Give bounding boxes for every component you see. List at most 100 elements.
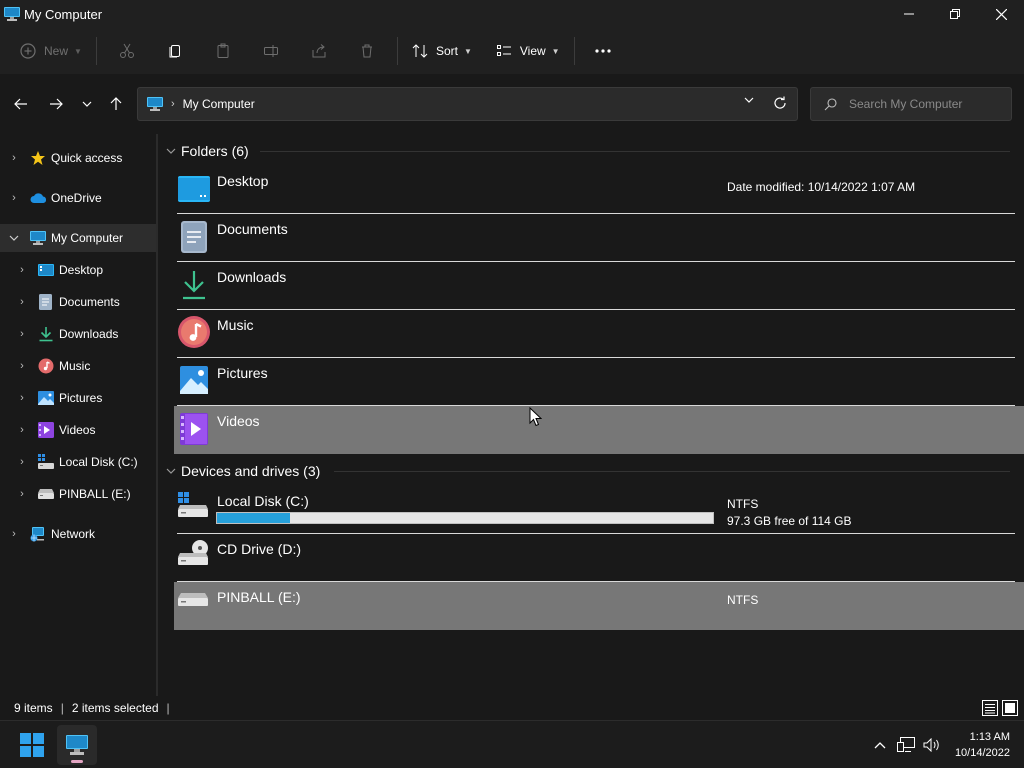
sidebar-item-label: Network	[51, 527, 96, 541]
folder-name: Music	[217, 317, 254, 333]
windows-logo-icon	[20, 733, 44, 757]
network-monitor-icon	[896, 737, 915, 752]
chevron-right-icon[interactable]: ›	[17, 456, 27, 468]
paste-button[interactable]	[199, 35, 247, 67]
large-icons-view-button[interactable]	[1002, 700, 1018, 719]
folder-item-documents[interactable]: Documents	[174, 214, 1024, 262]
sidebar-item-pictures[interactable]: › Pictures	[0, 384, 156, 412]
chevron-right-icon[interactable]: ›	[17, 328, 27, 340]
sidebar-item-music[interactable]: › Music	[0, 352, 156, 380]
chevron-right-icon[interactable]: ›	[17, 296, 27, 308]
toolbar-divider	[95, 37, 97, 65]
taskbar: 1:13 AM 10/14/2022	[0, 720, 1024, 768]
search-input[interactable]	[849, 97, 1009, 111]
chevron-down-icon[interactable]	[744, 97, 754, 103]
start-button[interactable]	[12, 725, 52, 765]
chevron-right-icon[interactable]: ›	[9, 192, 19, 204]
sidebar-item-label: PINBALL (E:)	[59, 487, 131, 501]
drive-item-cd-drive[interactable]: CD Drive (D:)	[174, 534, 1024, 582]
share-button[interactable]	[295, 35, 343, 67]
chevron-down-icon[interactable]	[9, 235, 19, 241]
selection-count: 2 items selected	[71, 701, 159, 715]
chevron-right-icon[interactable]: ›	[17, 392, 27, 404]
breadcrumb-chevron-icon[interactable]: ›	[171, 98, 175, 110]
close-button[interactable]	[978, 0, 1024, 28]
arrow-right-icon	[50, 98, 63, 110]
group-header-folders[interactable]: Folders (6)	[160, 140, 1024, 162]
show-hidden-icons-button[interactable]	[867, 730, 893, 760]
sidebar-item-onedrive[interactable]: › OneDrive	[0, 184, 156, 212]
chevron-right-icon[interactable]: ›	[17, 264, 27, 276]
chevron-right-icon[interactable]: ›	[9, 528, 19, 540]
restore-button[interactable]	[932, 0, 978, 28]
rename-button[interactable]	[247, 35, 295, 67]
chevron-up-icon	[874, 741, 886, 748]
folder-item-downloads[interactable]: Downloads	[174, 262, 1024, 310]
star-icon	[31, 151, 45, 165]
cut-button[interactable]	[103, 35, 151, 67]
arrow-up-icon	[110, 97, 122, 110]
refresh-icon[interactable]	[773, 96, 787, 110]
search-box[interactable]	[810, 87, 1012, 121]
volume-button[interactable]	[919, 730, 945, 760]
network-status-button[interactable]	[893, 730, 919, 760]
chevron-right-icon[interactable]: ›	[17, 488, 27, 500]
group-header-drives[interactable]: Devices and drives (3)	[160, 460, 1024, 482]
sidebar-item-local-disk[interactable]: › Local Disk (C:)	[0, 448, 156, 476]
new-button[interactable]: New ▼	[12, 35, 90, 67]
videos-icon	[180, 413, 208, 445]
sort-button[interactable]: Sort ▼	[404, 35, 480, 67]
drive-icon	[38, 454, 54, 469]
sidebar-item-desktop[interactable]: › Desktop	[0, 256, 156, 284]
folder-name: Pictures	[217, 365, 268, 381]
title-bar: My Computer	[0, 0, 1024, 28]
clock[interactable]: 1:13 AM 10/14/2022	[955, 729, 1010, 761]
back-button[interactable]	[9, 92, 33, 116]
view-button[interactable]: View ▼	[488, 35, 568, 67]
folder-item-pictures[interactable]: Pictures	[174, 358, 1024, 406]
forward-button[interactable]	[44, 92, 68, 116]
drive-icon	[178, 593, 208, 606]
more-options-button[interactable]	[581, 35, 625, 67]
toolbar-divider	[396, 37, 398, 65]
recent-locations-button[interactable]	[75, 92, 99, 116]
sidebar-item-downloads[interactable]: › Downloads	[0, 320, 156, 348]
sidebar-item-label: Desktop	[59, 263, 104, 277]
drive-icon	[38, 489, 54, 499]
sidebar-item-documents[interactable]: › Documents	[0, 288, 156, 316]
sidebar-item-pinball[interactable]: › PINBALL (E:)	[0, 480, 156, 508]
drive-item-local-disk[interactable]: Local Disk (C:) NTFS 97.3 GB free of 114…	[174, 486, 1024, 534]
chevron-right-icon[interactable]: ›	[17, 424, 27, 436]
sidebar-item-label: Downloads	[59, 327, 119, 341]
address-bar[interactable]: › My Computer	[137, 87, 798, 121]
sidebar-item-label: Local Disk (C:)	[59, 455, 138, 469]
details-view-button[interactable]	[982, 700, 998, 719]
network-icon	[30, 527, 44, 542]
chevron-right-icon[interactable]: ›	[17, 360, 27, 372]
drive-item-pinball[interactable]: PINBALL (E:) NTFS	[174, 582, 1024, 630]
minimize-button[interactable]	[886, 0, 932, 28]
drive-usage-fill	[217, 513, 290, 523]
up-button[interactable]	[104, 92, 128, 116]
copy-button[interactable]	[151, 35, 199, 67]
rename-icon	[263, 45, 278, 57]
folder-name: Desktop	[217, 173, 269, 189]
chevron-down-icon[interactable]	[166, 148, 176, 154]
cd-drive-icon	[178, 540, 208, 565]
breadcrumb[interactable]: My Computer	[183, 97, 255, 111]
sidebar-item-network[interactable]: › Network	[0, 520, 156, 548]
chevron-down-icon	[82, 101, 92, 107]
sidebar-item-my-computer[interactable]: My Computer	[0, 224, 156, 252]
folder-item-music[interactable]: Music	[174, 310, 1024, 358]
folder-item-desktop[interactable]: Desktop Date modified: 10/14/2022 1:07 A…	[174, 166, 1024, 214]
sidebar-item-videos[interactable]: › Videos	[0, 416, 156, 444]
sidebar-item-label: Quick access	[51, 151, 123, 165]
folder-item-videos[interactable]: Videos	[174, 406, 1024, 454]
chevron-down-icon[interactable]	[166, 468, 176, 474]
desktop-icon	[38, 264, 54, 276]
pictures-icon	[38, 391, 54, 405]
sidebar-item-quick-access[interactable]: › Quick access	[0, 144, 156, 172]
delete-button[interactable]	[343, 35, 391, 67]
taskbar-my-computer[interactable]	[57, 725, 97, 765]
chevron-right-icon[interactable]: ›	[9, 152, 19, 164]
